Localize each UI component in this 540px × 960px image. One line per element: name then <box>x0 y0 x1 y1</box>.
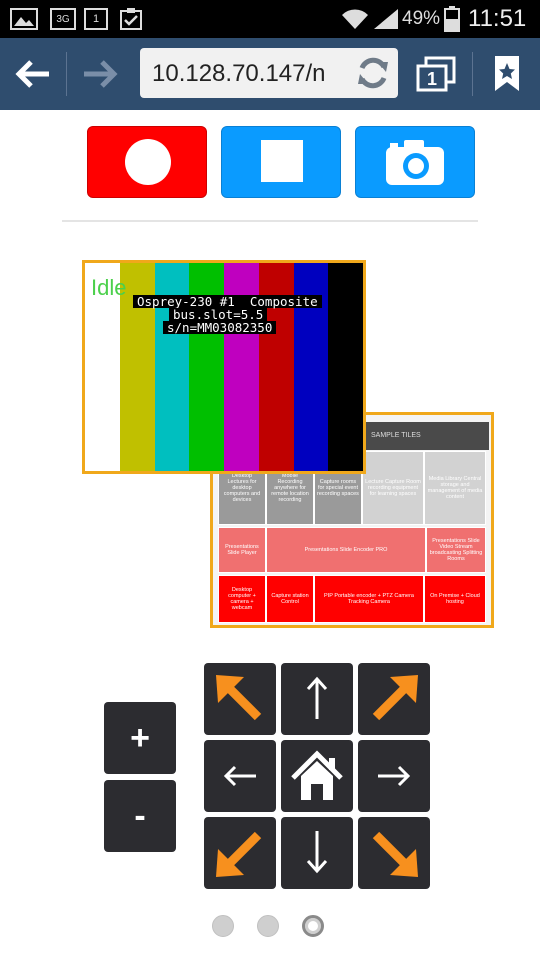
network-label: 3G <box>50 8 76 30</box>
back-button[interactable] <box>0 38 66 110</box>
snapshot-button[interactable] <box>355 126 475 198</box>
stop-icon <box>261 140 303 182</box>
slide-header-text: SAMPLE TILES <box>371 432 421 439</box>
section-divider <box>62 220 478 222</box>
back-arrow-icon <box>15 60 49 88</box>
arrow-left-icon <box>223 765 256 787</box>
zoom-out-label: - <box>134 796 146 835</box>
slide-cell: Lecture Capture Room recording equipment… <box>362 451 424 525</box>
gallery-icon <box>10 0 38 38</box>
pan-up-right-button[interactable] <box>358 663 430 735</box>
color-bar <box>328 263 363 471</box>
bookmark-button[interactable] <box>474 38 540 110</box>
slide-cell: Capture station Control <box>266 575 314 623</box>
arrow-right-icon <box>378 765 411 787</box>
page-dot[interactable] <box>212 915 234 937</box>
page-dot[interactable] <box>257 915 279 937</box>
notification-count: 1 <box>84 8 108 30</box>
bookmark-star-icon <box>495 56 519 91</box>
forward-arrow-icon <box>84 60 118 88</box>
clock: 11:51 <box>468 5 527 32</box>
slide-cell: On Premise + Cloud hosting <box>424 575 486 623</box>
pan-up-button[interactable] <box>281 663 353 735</box>
slide-cell: Media Library Central storage and manage… <box>424 451 486 525</box>
network-icon: 3G <box>50 0 76 38</box>
wifi-icon <box>340 0 370 38</box>
record-icon <box>125 139 171 185</box>
pan-up-left-button[interactable] <box>204 663 276 735</box>
arrow-down-left-icon <box>216 831 262 877</box>
home-button[interactable] <box>281 740 353 812</box>
idle-status: Idle <box>91 275 127 300</box>
pan-down-right-button[interactable] <box>358 817 430 889</box>
camera-icon <box>386 140 444 185</box>
url-text[interactable]: 10.128.70.147/n <box>152 60 348 88</box>
toolbar-divider <box>472 52 473 96</box>
overlay-line: s/n=MM03082350 <box>163 321 277 334</box>
video-preview[interactable]: Idle Osprey-230 #1 Composite bus.slot=5.… <box>82 260 366 474</box>
status-bar: 3G 1 49% 11:51 <box>0 0 540 38</box>
signal-icon <box>372 0 400 38</box>
slide-cell: Presentations Slide Encoder PRO <box>266 527 426 573</box>
stop-button[interactable] <box>221 126 341 198</box>
url-bar[interactable]: 10.128.70.147/n <box>140 48 398 98</box>
zoom-in-label: + <box>130 718 150 757</box>
forward-button[interactable] <box>67 38 133 110</box>
battery-icon <box>444 0 460 38</box>
pan-right-button[interactable] <box>358 740 430 812</box>
pan-down-left-button[interactable] <box>204 817 276 889</box>
tab-count: 1 <box>427 69 437 89</box>
clipboard-check-icon <box>118 0 144 38</box>
zoom-in-button[interactable]: + <box>104 702 176 774</box>
zoom-out-button[interactable]: - <box>104 780 176 852</box>
slide-cell: Presentations Slide Player <box>218 527 266 573</box>
arrow-up-right-icon <box>372 675 418 721</box>
arrow-down-right-icon <box>372 831 418 877</box>
notification-icon: 1 <box>84 0 108 38</box>
pan-left-button[interactable] <box>204 740 276 812</box>
slide-header-bar: SAMPLE TILES <box>363 422 489 450</box>
tabs-button[interactable]: 1 <box>404 38 470 110</box>
tabs-icon: 1 <box>416 56 456 92</box>
page-dot[interactable] <box>302 915 324 937</box>
arrow-up-icon <box>306 676 328 719</box>
record-button[interactable] <box>87 126 207 198</box>
home-icon <box>291 750 343 800</box>
arrow-up-left-icon <box>216 675 262 721</box>
arrow-down-icon <box>306 831 328 874</box>
reload-icon[interactable] <box>354 54 392 97</box>
slide-cell: Desktop computer + camera + webcam <box>218 575 266 623</box>
slide-cell: PIP Portable encoder + PTZ Camera Tracki… <box>314 575 424 623</box>
battery-percent: 49% <box>402 8 441 29</box>
slide-cell: Presentations Slide Video Stream broadca… <box>426 527 486 573</box>
pan-down-button[interactable] <box>281 817 353 889</box>
